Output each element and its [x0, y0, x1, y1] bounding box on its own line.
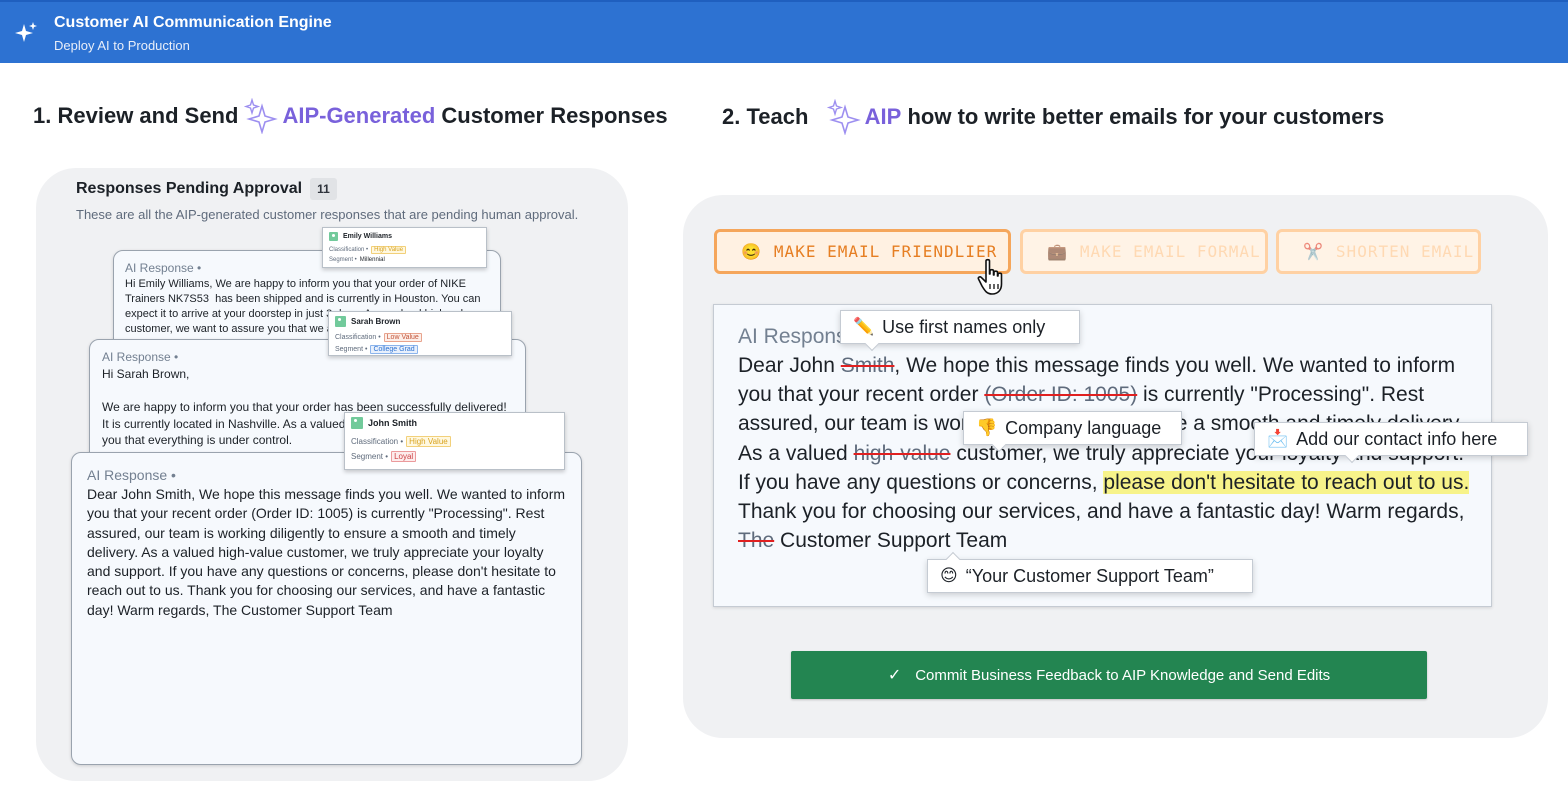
pencil-icon: ✏️ — [853, 317, 875, 336]
hand-cursor-icon — [977, 258, 1003, 295]
thumbs-down-icon: 👎 — [976, 418, 998, 437]
text-segment: Thank you for choosing our services, and… — [738, 500, 1465, 524]
segment-tag: Millennial — [359, 257, 385, 263]
avatar — [329, 232, 338, 241]
section-1-title: 1. Review and Send AIP-Generated Custome… — [33, 98, 668, 134]
struck-text: The — [738, 529, 775, 553]
customer-info-sarah: Sarah Brown Classification • Low Value Se… — [328, 311, 512, 356]
shorten-email-button[interactable]: ✂️ SHORTEN EMAIL — [1276, 229, 1481, 274]
app-subtitle: Deploy AI to Production — [54, 38, 190, 53]
feedback-first-names[interactable]: ✏️ Use first names only — [840, 310, 1080, 352]
aip-sparkle-icon — [244, 98, 279, 134]
make-friendlier-button[interactable]: 😊 MAKE EMAIL FRIENDLIER — [714, 229, 1011, 274]
feedback-contact-info[interactable]: 📩 Add our contact info here — [1254, 422, 1528, 464]
count-badge: 11 — [310, 178, 337, 200]
struck-text: high-value — [853, 441, 951, 465]
envelope-icon: 📩 — [1267, 429, 1289, 448]
avatar — [335, 316, 346, 327]
text-segment: Dear John — [738, 354, 841, 377]
app-header: Customer AI Communication Engine Deploy … — [0, 0, 1568, 63]
make-formal-button[interactable]: 💼 MAKE EMAIL FORMAL — [1020, 229, 1268, 274]
feedback-signature[interactable]: 😊 “Your Customer Support Team” — [927, 551, 1253, 593]
segment-tag: College Grad — [370, 345, 418, 354]
classification-tag: Low Value — [383, 333, 422, 342]
classification-tag: High Value — [406, 436, 451, 447]
response-card-john[interactable]: AI Response • Dear John Smith, We hope t… — [71, 452, 582, 765]
classification-tag: High Value — [371, 246, 407, 254]
smile-icon: 😊 — [940, 566, 958, 585]
card-body: Dear John Smith, We hope this message fi… — [87, 486, 569, 618]
smile-icon: 😊 — [741, 242, 762, 261]
text-segment: Customer Support Team — [774, 529, 1008, 553]
app-title: Customer AI Communication Engine — [54, 14, 332, 31]
scissors-icon: ✂️ — [1303, 242, 1324, 261]
aip-sparkle-icon — [826, 99, 861, 135]
pending-header: Responses Pending Approval 11 — [76, 178, 337, 200]
customer-info-john: John Smith Classification • High Value Se… — [344, 412, 565, 470]
avatar — [351, 417, 363, 429]
section-2-title: 2. Teach AIP how to write better emails … — [722, 99, 1384, 135]
feedback-company-language[interactable]: 👎 Company language — [963, 411, 1182, 453]
customer-info-emily: Emily Williams Classification • High Valu… — [322, 227, 487, 268]
struck-text: (Order ID: 1005) — [984, 383, 1138, 407]
commit-feedback-button[interactable]: ✓ Commit Business Feedback to AIP Knowle… — [791, 651, 1427, 699]
struck-text: Smith — [840, 354, 895, 377]
briefcase-icon: 💼 — [1047, 242, 1068, 261]
sparkle-icon — [15, 22, 37, 42]
check-icon: ✓ — [887, 667, 902, 684]
pending-description: These are all the AIP-generated customer… — [76, 207, 579, 222]
highlighted-text: please don't hesitate to reach out to us… — [1103, 470, 1470, 494]
segment-tag: Loyal — [391, 451, 417, 462]
